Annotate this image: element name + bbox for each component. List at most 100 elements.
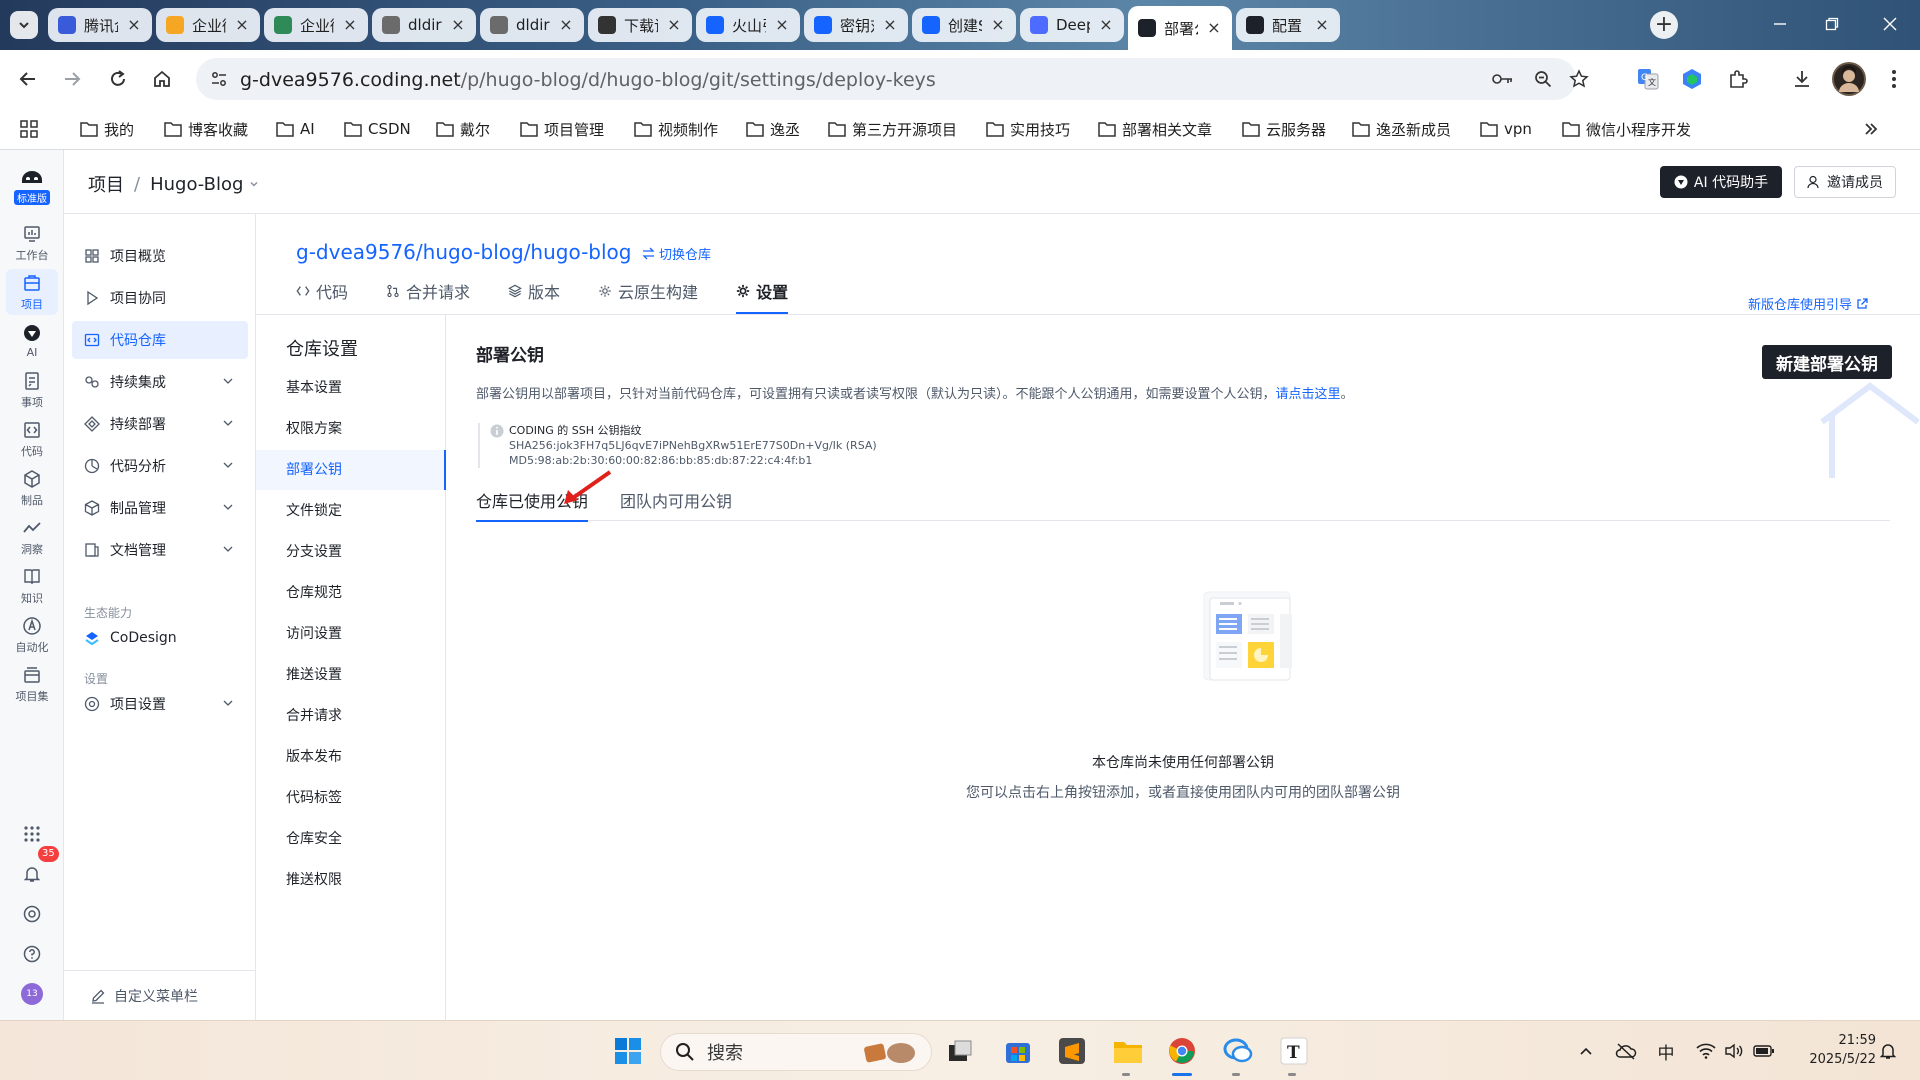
wifi-tray[interactable]	[1694, 1039, 1718, 1063]
bookmark-folder[interactable]: 第三方开源项目	[828, 116, 957, 142]
deploy-key-tab[interactable]: 团队内可用公钥	[620, 479, 732, 521]
forward-button[interactable]	[58, 65, 86, 93]
help-button[interactable]	[6, 934, 58, 974]
onedrive-tray[interactable]	[1614, 1039, 1638, 1063]
project-nav-settings[interactable]: 项目设置	[72, 685, 248, 723]
volume-tray[interactable]	[1722, 1039, 1746, 1063]
bookmark-folder[interactable]: 戴尔	[436, 116, 490, 142]
expand-chevron[interactable]	[222, 417, 234, 429]
bookmark-star-icon[interactable]	[1568, 68, 1590, 90]
settings-nav-item[interactable]: 仓库安全	[256, 819, 446, 859]
home-button[interactable]	[148, 65, 176, 93]
repo-title[interactable]: g-dvea9576/hugo-blog/hugo-blog	[296, 240, 632, 264]
settings-nav-item[interactable]: 版本发布	[256, 737, 446, 777]
project-nav-item[interactable]: 持续部署	[72, 405, 248, 443]
browser-tab[interactable]: 配置 S ×	[1236, 8, 1340, 42]
tab-close-icon[interactable]: ×	[1206, 20, 1222, 36]
store-app[interactable]	[1002, 1035, 1034, 1067]
settings-nav-item[interactable]: 代码标签	[256, 778, 446, 818]
browser-tab[interactable]: 企业微 ×	[264, 8, 368, 42]
reload-button[interactable]	[104, 65, 132, 93]
repo-tab[interactable]: 设置	[736, 270, 789, 314]
tab-close-icon[interactable]: ×	[990, 17, 1006, 33]
bookmark-folder[interactable]: 博客收藏	[164, 116, 248, 142]
browser-tab[interactable]: DeepS ×	[1020, 8, 1124, 42]
site-info-icon[interactable]	[208, 68, 230, 90]
minimize-button[interactable]	[1768, 12, 1792, 36]
browser-tab[interactable]: 企业微 ×	[156, 8, 260, 42]
notifications-button[interactable]: 35	[6, 846, 59, 894]
bookmark-folder[interactable]: 逸丞新成员	[1352, 116, 1451, 142]
logo[interactable]: 标准版	[6, 160, 58, 214]
chat-app[interactable]	[1222, 1035, 1254, 1067]
settings-nav-item[interactable]: 推送设置	[256, 655, 446, 695]
browser-tab[interactable]: dldir1 ×	[372, 8, 476, 42]
browser-tab[interactable]: 部署公 ×	[1128, 6, 1232, 50]
customize-menu-button[interactable]: 自定义菜单栏	[64, 970, 256, 1020]
tab-close-icon[interactable]: ×	[1098, 17, 1114, 33]
global-nav-program[interactable]: 项目集	[6, 661, 58, 707]
tab-close-icon[interactable]: ×	[342, 17, 358, 33]
typora-app[interactable]: T	[1278, 1035, 1310, 1067]
start-button[interactable]	[612, 1035, 644, 1067]
settings-nav-item[interactable]: 文件锁定	[256, 491, 446, 531]
ime-indicator[interactable]: 中	[1654, 1039, 1678, 1064]
taskbar-clock[interactable]: 21:59 2025/5/22	[1790, 1031, 1876, 1069]
bookmark-folder[interactable]: 我的	[80, 116, 134, 142]
expand-chevron[interactable]	[222, 543, 234, 555]
project-nav-item[interactable]: 文档管理	[72, 531, 248, 569]
project-nav-item[interactable]: 制品管理	[72, 489, 248, 527]
zoom-icon[interactable]	[1532, 68, 1554, 90]
taskbar-search[interactable]: 搜索	[660, 1033, 932, 1071]
tray-overflow-button[interactable]	[1574, 1039, 1598, 1063]
tab-close-icon[interactable]: ×	[558, 17, 574, 33]
download-icon[interactable]	[1788, 65, 1816, 93]
bookmark-folder[interactable]: AI	[276, 116, 315, 142]
expand-chevron[interactable]	[222, 375, 234, 387]
global-nav-project[interactable]: 项目	[6, 269, 58, 315]
tab-close-icon[interactable]: ×	[126, 17, 142, 33]
repo-tab[interactable]: 版本	[508, 270, 560, 312]
project-nav-item[interactable]: 代码仓库	[72, 321, 248, 359]
global-nav-ai[interactable]: AI	[6, 318, 58, 364]
browser-tab[interactable]: 下载记 ×	[588, 8, 692, 42]
notification-center-button[interactable]	[1876, 1039, 1900, 1063]
help-center-button[interactable]	[6, 894, 58, 934]
invite-member-button[interactable]: 邀请成员	[1794, 166, 1896, 198]
repo-tab[interactable]: 代码	[296, 270, 348, 312]
url-text[interactable]: g-dvea9576.coding.net/p/hugo-blog/d/hugo…	[240, 69, 936, 91]
browser-tab[interactable]: 密钥对 ×	[804, 8, 908, 42]
file-explorer-app[interactable]	[1112, 1035, 1144, 1067]
settings-nav-item[interactable]: 访问设置	[256, 614, 446, 654]
restore-button[interactable]	[1820, 12, 1844, 36]
project-nav-codesign[interactable]: CoDesign	[72, 619, 248, 657]
settings-nav-item[interactable]: 分支设置	[256, 532, 446, 572]
password-key-icon[interactable]	[1492, 68, 1514, 90]
tab-close-icon[interactable]: ×	[882, 17, 898, 33]
browser-menu-button[interactable]	[1880, 65, 1908, 93]
browser-tab[interactable]: 创建S ×	[912, 8, 1016, 42]
tab-close-icon[interactable]: ×	[666, 17, 682, 33]
new-tab-button[interactable]: +	[1650, 11, 1678, 39]
global-nav-issue[interactable]: 事项	[6, 367, 58, 413]
project-nav-item[interactable]: 项目协同	[72, 279, 248, 317]
global-nav-insight[interactable]: 洞察	[6, 514, 58, 560]
project-nav-item[interactable]: 代码分析	[72, 447, 248, 485]
back-button[interactable]	[14, 65, 42, 93]
global-nav-book[interactable]: 知识	[6, 563, 58, 609]
settings-nav-item[interactable]: 基本设置	[256, 368, 446, 408]
bookmark-folder[interactable]: CSDN	[344, 116, 411, 142]
sublime-app[interactable]	[1056, 1035, 1088, 1067]
global-nav-automation[interactable]: 自动化	[6, 612, 58, 658]
apps-grid-button[interactable]	[20, 116, 38, 142]
translate-icon[interactable]: G文	[1634, 65, 1662, 93]
bookmark-folder[interactable]: 云服务器	[1242, 116, 1326, 142]
task-view-app[interactable]	[944, 1035, 976, 1067]
bookmark-folder[interactable]: 逸丞	[746, 116, 800, 142]
address-bar[interactable]: g-dvea9576.coding.net/p/hugo-blog/d/hugo…	[196, 58, 1589, 100]
tab-close-icon[interactable]: ×	[450, 17, 466, 33]
settings-nav-item[interactable]: 权限方案	[256, 409, 446, 449]
repo-tab[interactable]: 合并请求	[386, 270, 470, 312]
tab-close-icon[interactable]: ×	[234, 17, 250, 33]
browser-tab[interactable]: dldir1 ×	[480, 8, 584, 42]
